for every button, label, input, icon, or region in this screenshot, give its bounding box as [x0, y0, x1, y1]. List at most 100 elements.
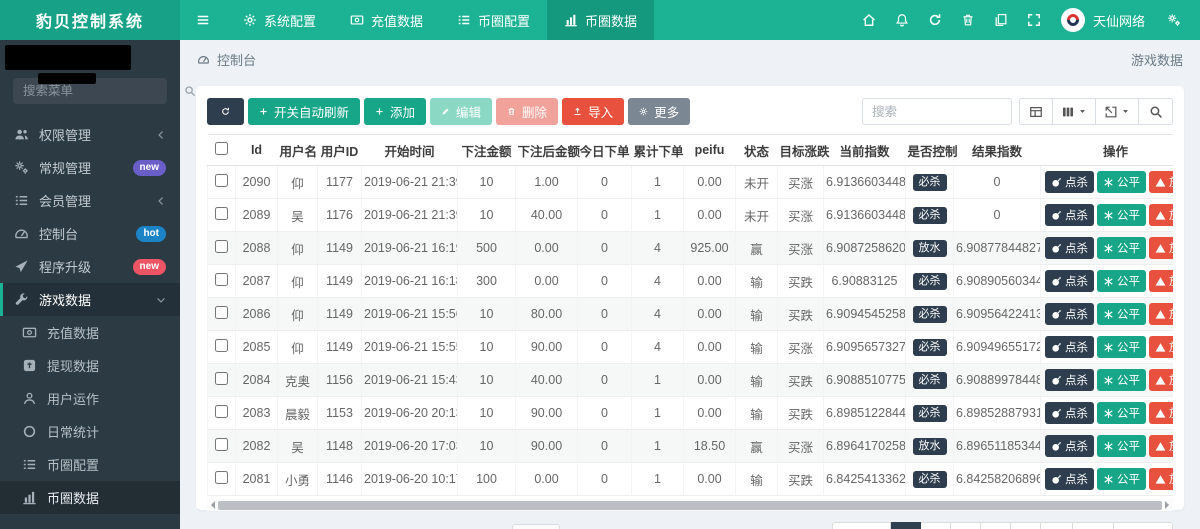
button-label: 点杀 — [1065, 408, 1088, 420]
page-button-209[interactable]: 209 — [1072, 522, 1115, 529]
fair-button[interactable]: 公平 — [1097, 237, 1146, 259]
sidebar-item-daily-stats[interactable]: 日常统计 — [0, 415, 180, 448]
row-checkbox[interactable] — [215, 174, 228, 187]
columns-button[interactable] — [1053, 98, 1096, 125]
tab-system-config[interactable]: 系统配置 — [226, 0, 333, 40]
spot-kill-button[interactable]: 点杀 — [1045, 303, 1094, 325]
fair-button[interactable]: 公平 — [1097, 336, 1146, 358]
page-button-上一页[interactable]: 上一页 — [831, 522, 892, 529]
sidebar-item-coin-data[interactable]: 币圈数据 — [0, 481, 180, 514]
row-checkbox[interactable] — [215, 207, 228, 220]
fair-button[interactable]: 公平 — [1097, 369, 1146, 391]
drain-button[interactable]: 放水 — [1149, 303, 1173, 325]
page-button-下一页[interactable]: 下一页 — [1114, 522, 1173, 529]
row-checkbox[interactable] — [215, 306, 228, 319]
fair-button[interactable]: 公平 — [1097, 270, 1146, 292]
fair-button[interactable]: 公平 — [1097, 435, 1146, 457]
page-button-4[interactable]: 4 — [981, 522, 1012, 529]
scrollbar-thumb[interactable] — [218, 500, 1162, 510]
cell-peifu: 0.00 — [683, 396, 736, 430]
spot-kill-button[interactable]: 点杀 — [1045, 270, 1094, 292]
cell-status: 赢 — [735, 231, 778, 265]
search-button[interactable] — [1139, 98, 1173, 125]
fair-button[interactable]: 公平 — [1097, 402, 1146, 424]
drain-button[interactable]: 放水 — [1149, 435, 1173, 457]
refresh-button[interactable] — [919, 0, 952, 40]
row-checkbox[interactable] — [215, 372, 228, 385]
toggle-auto-refresh-button[interactable]: 开关自动刷新 — [248, 98, 361, 125]
drain-button[interactable]: 放水 — [1149, 369, 1173, 391]
row-checkbox[interactable] — [215, 240, 228, 253]
fair-button[interactable]: 公平 — [1097, 204, 1146, 226]
page-size-dropdown[interactable]: 10 — [511, 523, 560, 529]
import-button[interactable]: 导入 — [562, 98, 625, 125]
sidebar-item-game-data[interactable]: 游戏数据 — [0, 283, 180, 316]
tab-coin-config[interactable]: 币圈配置 — [440, 0, 547, 40]
spot-kill-button[interactable]: 点杀 — [1045, 204, 1094, 226]
fair-button[interactable]: 公平 — [1097, 171, 1146, 193]
spot-kill-button[interactable]: 点杀 — [1045, 435, 1094, 457]
page-button-5[interactable]: 5 — [1011, 522, 1042, 529]
row-checkbox[interactable] — [215, 339, 228, 352]
sidebar-item-members[interactable]: 会员管理 — [0, 184, 180, 217]
edit-button[interactable]: 编辑 — [430, 98, 493, 125]
drain-button[interactable]: 放水 — [1149, 402, 1173, 424]
cell-total: 1 — [631, 462, 684, 496]
delete-button[interactable]: 删除 — [496, 98, 559, 125]
sidebar-item-upgrade[interactable]: 程序升级 new — [0, 250, 180, 283]
fair-button[interactable]: 公平 — [1097, 468, 1146, 490]
fullscreen-button[interactable] — [1018, 0, 1051, 40]
avatar[interactable] — [1060, 8, 1085, 32]
sidebar-search-input[interactable] — [23, 84, 184, 98]
sidebar-item-recharge-data[interactable]: 充值数据 — [0, 316, 180, 349]
select-all-checkbox[interactable] — [215, 142, 228, 155]
fair-button[interactable]: 公平 — [1097, 303, 1146, 325]
notifications-button[interactable] — [886, 0, 919, 40]
refresh-button[interactable] — [207, 98, 244, 125]
add-button[interactable]: 添加 — [364, 98, 427, 125]
sidebar-item-coin-config[interactable]: 币圈配置 — [0, 448, 180, 481]
table-search-input[interactable] — [862, 98, 1012, 125]
sidebar-item-user-ops[interactable]: 用户运作 — [0, 382, 180, 415]
tab-recharge-data[interactable]: 充值数据 — [333, 0, 440, 40]
page-button-3[interactable]: 3 — [951, 522, 982, 529]
sidebar-item-general[interactable]: 常规管理 new — [0, 151, 180, 184]
spot-kill-button[interactable]: 点杀 — [1045, 468, 1094, 490]
horizontal-scrollbar[interactable] — [207, 499, 1173, 511]
page-button-2[interactable]: 2 — [921, 522, 952, 529]
spot-kill-button[interactable]: 点杀 — [1045, 171, 1094, 193]
sidebar-item-console[interactable]: 控制台 hot — [0, 217, 180, 250]
row-select-cell — [207, 165, 236, 199]
scroll-left-arrow[interactable] — [207, 501, 215, 509]
drain-button[interactable]: 放水 — [1149, 204, 1173, 226]
drain-button[interactable]: 放水 — [1149, 336, 1173, 358]
sidebar-item-withdraw-data[interactable]: 提现数据 — [0, 349, 180, 382]
clear-cache-button[interactable] — [952, 0, 985, 40]
spot-kill-button[interactable]: 点杀 — [1045, 237, 1094, 259]
settings-button[interactable] — [1157, 0, 1190, 40]
cell-bet: 100 — [457, 462, 516, 496]
sidebar-toggle-button[interactable] — [180, 0, 226, 40]
row-checkbox[interactable] — [215, 438, 228, 451]
spot-kill-button[interactable]: 点杀 — [1045, 336, 1094, 358]
row-checkbox[interactable] — [215, 273, 228, 286]
scroll-right-arrow[interactable] — [1165, 501, 1173, 509]
home-button[interactable] — [853, 0, 886, 40]
drain-button[interactable]: 放水 — [1149, 237, 1173, 259]
upload-icon — [573, 107, 582, 116]
page-button-1[interactable]: 1 — [891, 522, 922, 529]
row-checkbox[interactable] — [215, 405, 228, 418]
tab-coin-data[interactable]: 币圈数据 — [547, 0, 655, 40]
drain-button[interactable]: 放水 — [1149, 171, 1173, 193]
documents-button[interactable] — [985, 0, 1018, 40]
spot-kill-button[interactable]: 点杀 — [1045, 402, 1094, 424]
card-view-button[interactable] — [1019, 98, 1053, 125]
sidebar-item-permissions[interactable]: 权限管理 — [0, 118, 180, 151]
spot-kill-button[interactable]: 点杀 — [1045, 369, 1094, 391]
row-checkbox[interactable] — [215, 471, 228, 484]
drain-button[interactable]: 放水 — [1149, 468, 1173, 490]
more-button[interactable]: 更多 — [628, 98, 691, 125]
export-button[interactable] — [1096, 98, 1139, 125]
page-button-...[interactable]: ... — [1041, 522, 1073, 529]
drain-button[interactable]: 放水 — [1149, 270, 1173, 292]
